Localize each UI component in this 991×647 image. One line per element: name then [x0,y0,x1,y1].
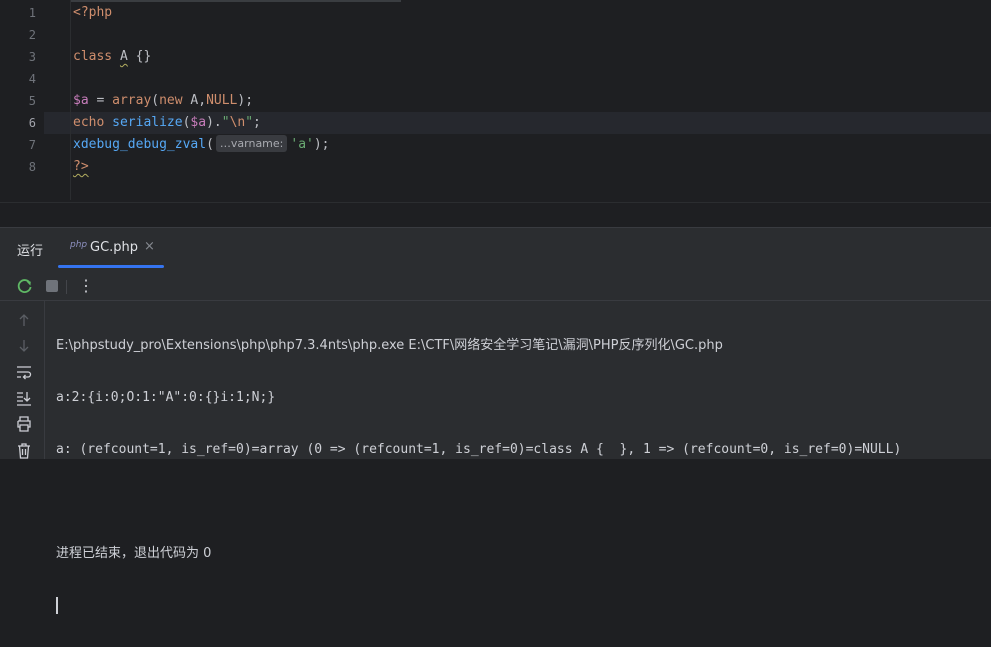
run-tool-window: 运行 php GC.php × ⋮ E:\phpstudy_pro\Extens… [0,227,991,614]
console-output-line: a:2:{i:0;O:1:"A":0:{}i:1;N;} [56,390,276,405]
line-number: 8 [28,160,36,174]
console-sidebar [0,301,45,459]
toolbar-separator [66,280,67,294]
class-body: {} [135,49,152,64]
code-text: ); [313,137,330,152]
code-text: ; [253,115,261,130]
stop-square [46,280,58,292]
console-exit-message: 进程已结束，退出代码为 0 [56,546,212,561]
run-toolbar: ⋮ [0,272,991,301]
arrow-down-icon[interactable] [15,337,33,355]
null-keyword: NULL [206,93,238,108]
line-number: 4 [28,72,36,86]
line-number: 2 [28,28,36,42]
code-text: ). [206,115,222,130]
class-name: A [119,49,128,64]
line-number-active: 6 [28,116,36,130]
tab-gc-php[interactable]: php GC.php × [58,228,164,268]
code-editor[interactable]: 1 2 3 4 5 6 7 8 <?php class A {} $a = ar… [0,0,991,203]
variable: $a [73,93,89,108]
line-number-gutter[interactable]: 1 2 3 4 5 6 7 8 [0,0,44,200]
code-line-3[interactable]: class A {} [73,46,151,68]
line-number: 5 [28,94,36,108]
php-file-icon: php [70,240,88,250]
php-open-tag: <?php [73,5,113,20]
text-cursor [56,597,58,614]
escape-sequence: \n [229,115,246,130]
line-number: 3 [28,50,36,64]
console-command-line: E:\phpstudy_pro\Extensions\php\php7.3.4n… [56,338,723,353]
line-number: 1 [28,6,36,20]
console-output[interactable]: E:\phpstudy_pro\Extensions\php\php7.3.4n… [56,305,986,647]
trash-icon[interactable] [15,441,33,459]
array-keyword: array [112,93,152,108]
more-options-icon[interactable]: ⋮ [76,276,96,296]
function-call: serialize [112,115,183,130]
close-icon[interactable]: × [144,239,155,254]
code-text: ( [206,137,214,152]
new-keyword: new [159,93,183,108]
gutter-divider [70,0,71,200]
code-text: A, [182,93,207,108]
string-literal: 'a' [290,137,314,152]
code-line-1[interactable]: <?php [73,2,112,24]
code-line-5[interactable]: $a = array(new A,NULL); [73,90,253,112]
string-quote: " [221,115,230,130]
code-text: ); [237,93,254,108]
string-quote: " [245,115,254,130]
editor-top-divider [70,0,401,2]
scroll-to-end-icon[interactable] [15,389,33,407]
arrow-up-icon[interactable] [15,311,33,329]
php-close-tag: ?> [73,159,89,174]
rerun-icon[interactable] [15,276,35,296]
print-icon[interactable] [15,415,33,433]
code-text: ( [151,93,160,108]
active-tab-indicator [58,265,164,268]
parameter-hint: …varname: [215,135,288,152]
run-tool-header: 运行 php GC.php × [0,228,991,268]
code-line-6[interactable]: echo serialize($a)."\n"; [73,112,261,134]
code-text: = [88,93,113,108]
echo-keyword: echo [73,115,105,130]
console-input-line[interactable] [56,595,986,617]
run-panel-title[interactable]: 运行 [17,240,43,259]
keyword-class: class [73,49,113,64]
code-line-7[interactable]: xdebug_debug_zval(…varname:'a'); [73,134,330,156]
soft-wrap-icon[interactable] [15,363,33,381]
stop-icon[interactable] [42,276,62,296]
code-line-8[interactable]: ?> [73,156,89,178]
line-number: 7 [28,138,36,152]
tab-label: GC.php [90,240,139,255]
function-call: xdebug_debug_zval [73,137,207,152]
variable: $a [190,115,207,130]
